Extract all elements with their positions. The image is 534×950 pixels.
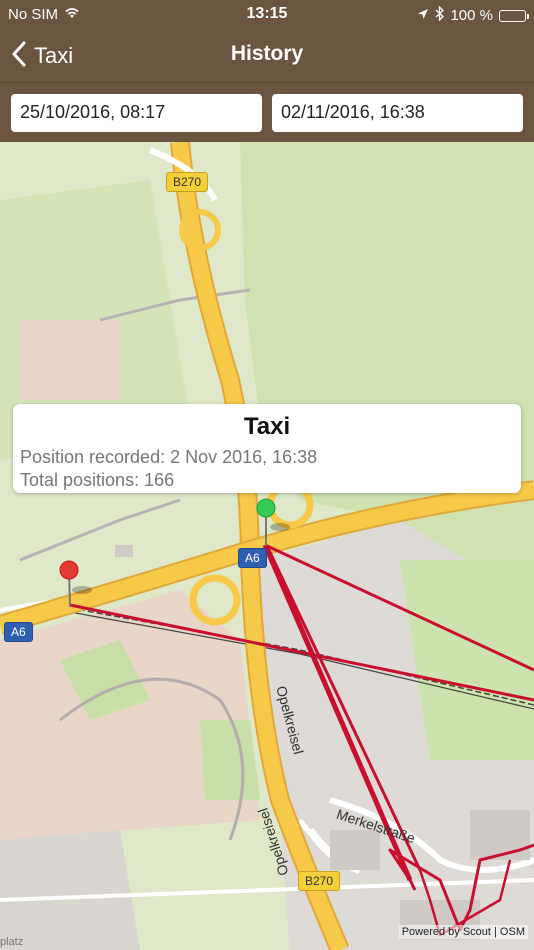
- map-corner-label: platz: [0, 936, 24, 948]
- map-attribution[interactable]: Powered by Scout | OSM: [398, 925, 528, 939]
- start-date-field[interactable]: 25/10/2016, 08:17: [11, 94, 262, 132]
- status-right: 100 %: [417, 5, 529, 25]
- status-bar: No SIM 13:15 100 %: [0, 0, 534, 30]
- page-title: History: [230, 42, 304, 65]
- location-arrow-icon: [417, 7, 429, 24]
- date-range-bar: 25/10/2016, 08:17 02/11/2016, 16:38: [0, 82, 534, 142]
- total-positions-text: Total positions: 166: [20, 470, 175, 490]
- position-recorded-text: Position recorded: 2 Nov 2016, 16:38: [20, 447, 318, 467]
- navigation-bar: Taxi History: [0, 30, 534, 82]
- position-callout[interactable]: Taxi Position recorded: 2 Nov 2016, 16:3…: [13, 404, 521, 493]
- road-shield-a6-center: A6: [238, 548, 267, 568]
- callout-title: Taxi: [243, 413, 291, 440]
- bluetooth-icon: [435, 5, 445, 25]
- battery-icon: [499, 9, 529, 22]
- road-shield-b270-north: B270: [166, 172, 209, 192]
- end-date-field[interactable]: 02/11/2016, 16:38: [272, 94, 523, 132]
- road-shield-b270-south: B270: [298, 871, 341, 891]
- road-shield-a6-west: A6: [4, 622, 33, 642]
- battery-percent: 100 %: [450, 7, 493, 24]
- map-view[interactable]: B270 A6 A6 B270 Opelkreisel Opelkreisel …: [0, 142, 534, 950]
